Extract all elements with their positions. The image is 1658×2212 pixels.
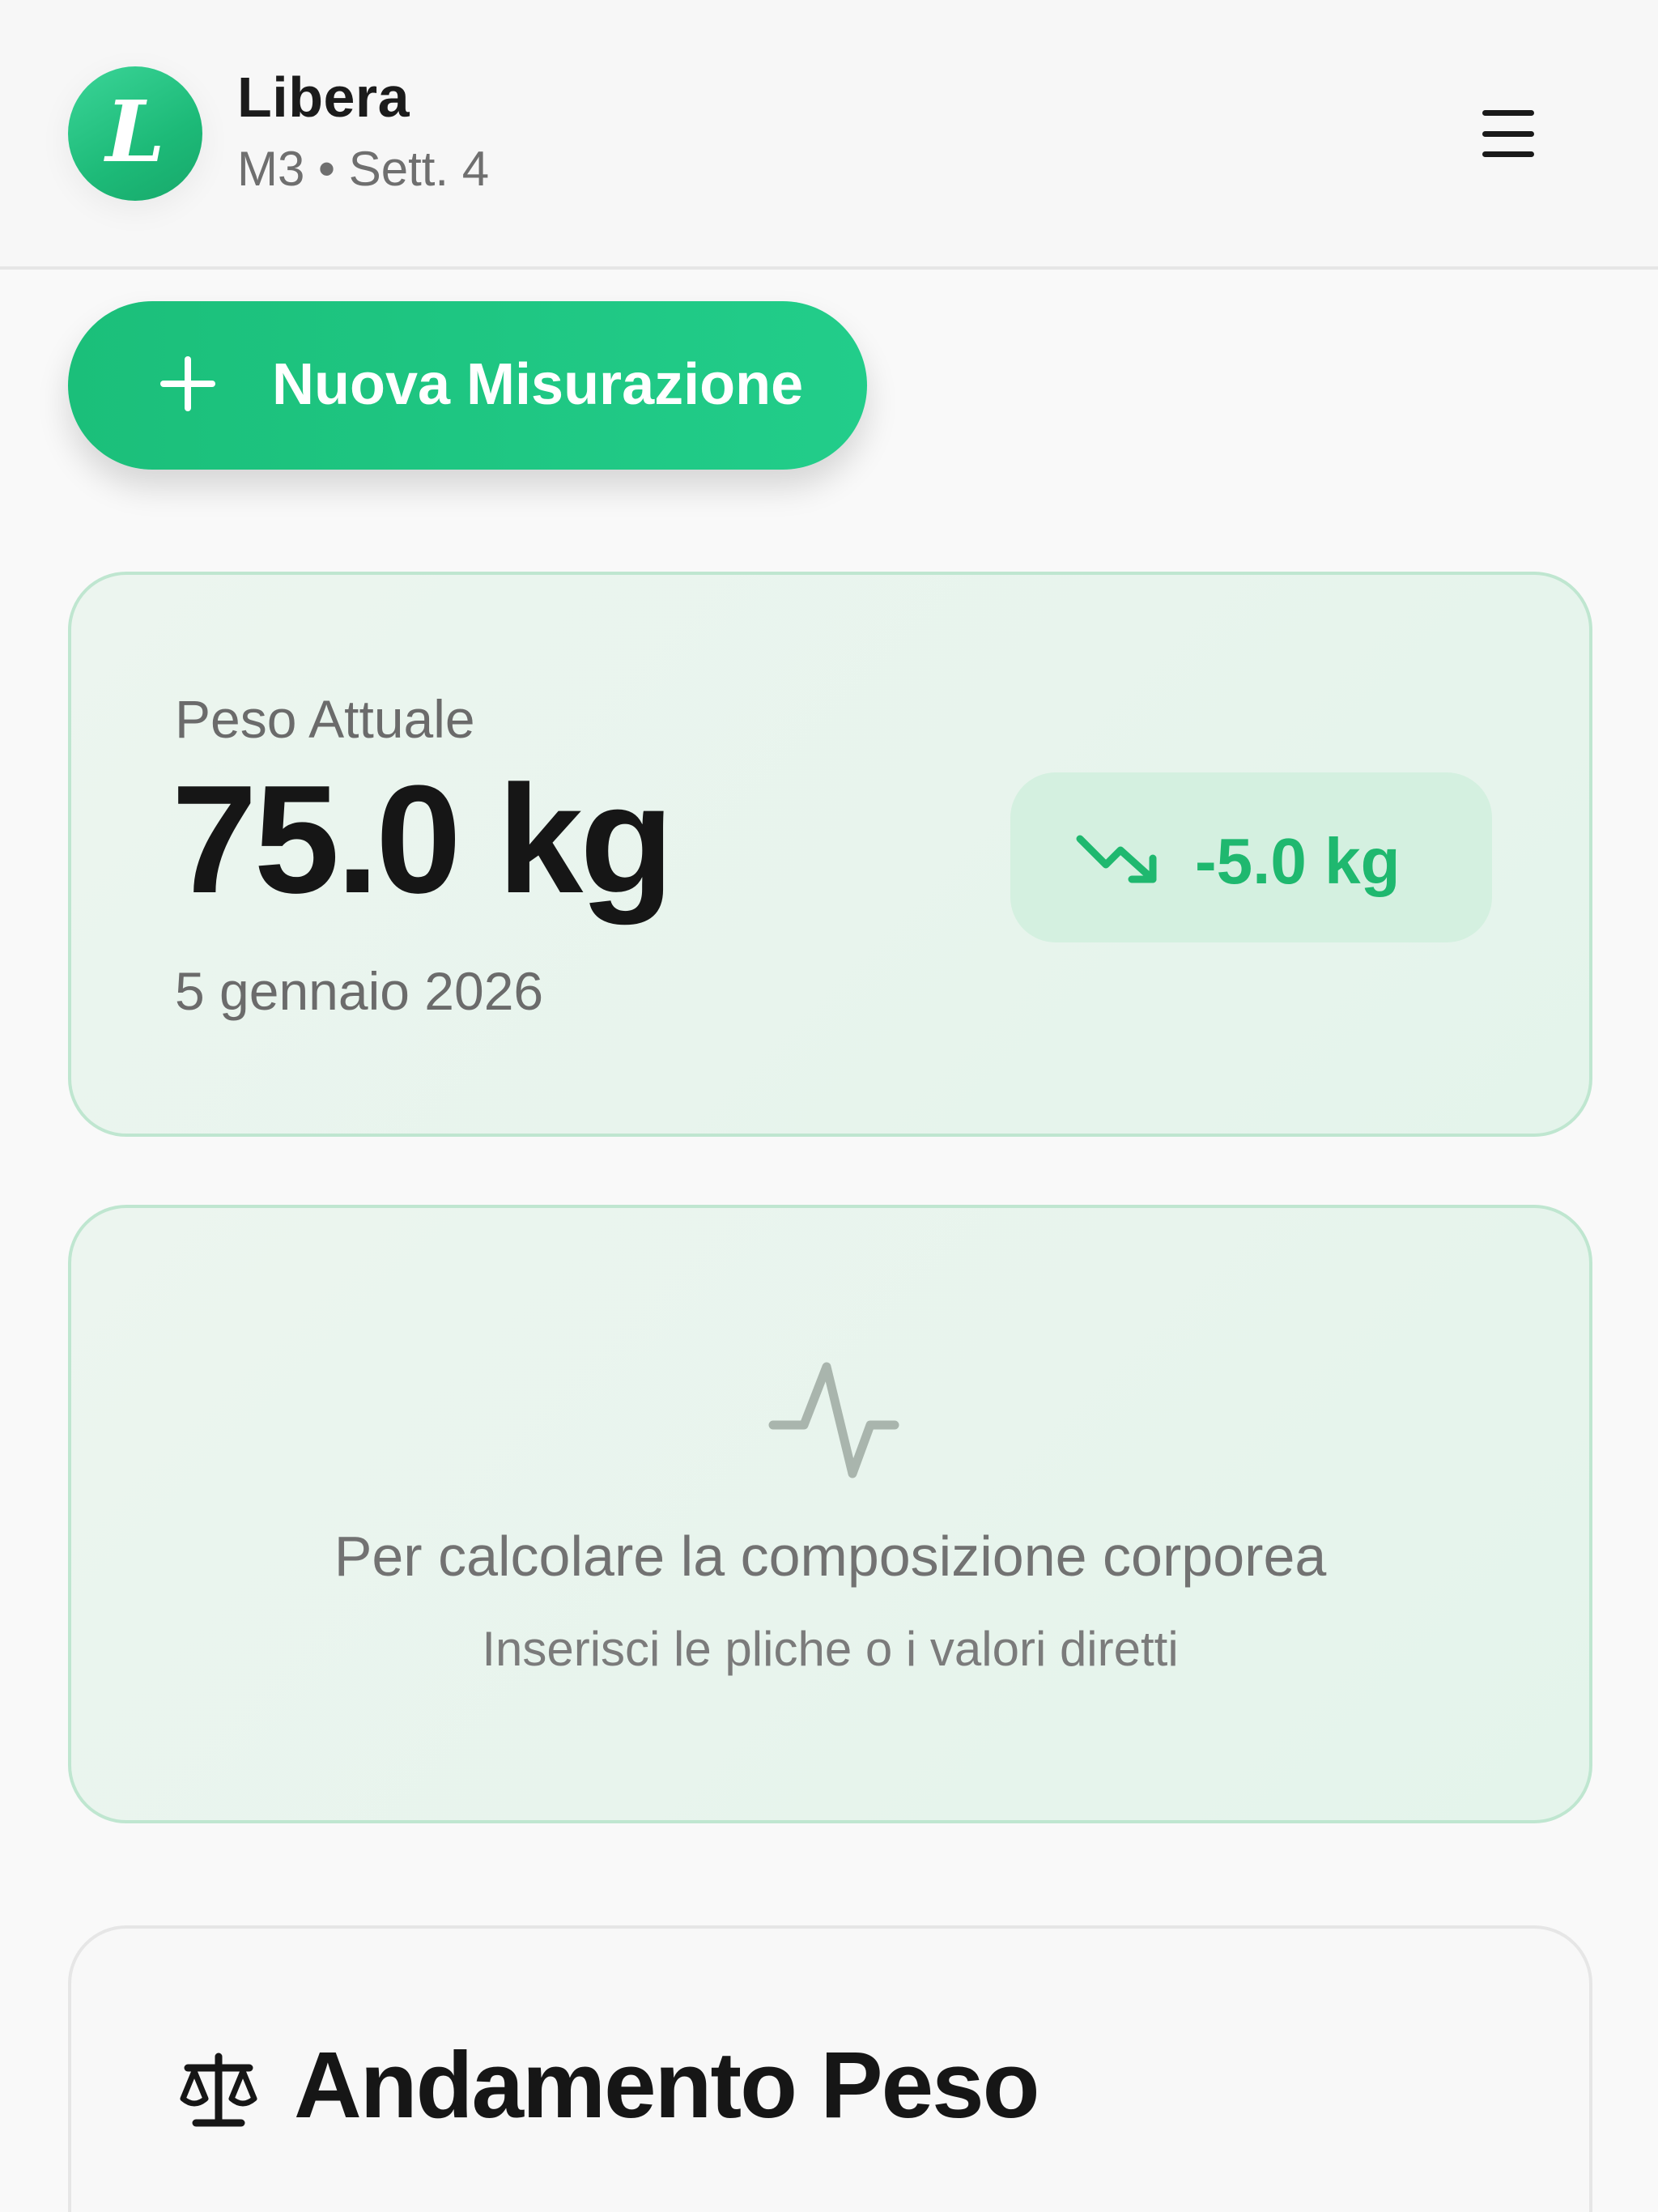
current-weight-label: Peso Attuale (175, 689, 475, 749)
weight-delta-badge: -5.0 kg (1010, 772, 1492, 942)
trending-down-icon (1076, 835, 1157, 883)
app-header: L Libera M3 • Sett. 4 (0, 0, 1658, 270)
app-subtitle: M3 • Sett. 4 (237, 142, 490, 196)
body-composition-hint: Inserisci le pliche o i valori diretti (482, 1622, 1179, 1676)
weight-delta-value: -5.0 kg (1195, 825, 1401, 897)
app-logo[interactable]: L (68, 66, 202, 201)
scale-icon (180, 2052, 257, 2127)
page: L Libera M3 • Sett. 4 Nuova Misurazione … (0, 0, 1658, 2212)
menu-line (1482, 130, 1534, 137)
current-weight-date: 5 gennaio 2026 (175, 961, 544, 1021)
new-measurement-button[interactable]: Nuova Misurazione (68, 301, 867, 470)
plus-icon (160, 356, 215, 411)
hamburger-menu-icon[interactable] (1472, 105, 1545, 162)
weight-trend-card: Andamento Peso (68, 1925, 1592, 2212)
activity-pulse-icon (768, 1362, 899, 1478)
new-measurement-label: Nuova Misurazione (272, 352, 804, 417)
current-weight-value: 75.0 kg (172, 754, 674, 925)
body-composition-card: Per calcolare la composizione corporea I… (68, 1205, 1592, 1823)
current-weight-card: Peso Attuale 75.0 kg 5 gennaio 2026 -5.0… (68, 572, 1592, 1137)
weight-trend-title: Andamento Peso (294, 2032, 1039, 2138)
logo-letter: L (105, 82, 165, 181)
menu-line (1482, 151, 1534, 157)
app-title: Libera (237, 66, 410, 129)
menu-line (1482, 110, 1534, 116)
body-composition-message: Per calcolare la composizione corporea (334, 1525, 1327, 1588)
